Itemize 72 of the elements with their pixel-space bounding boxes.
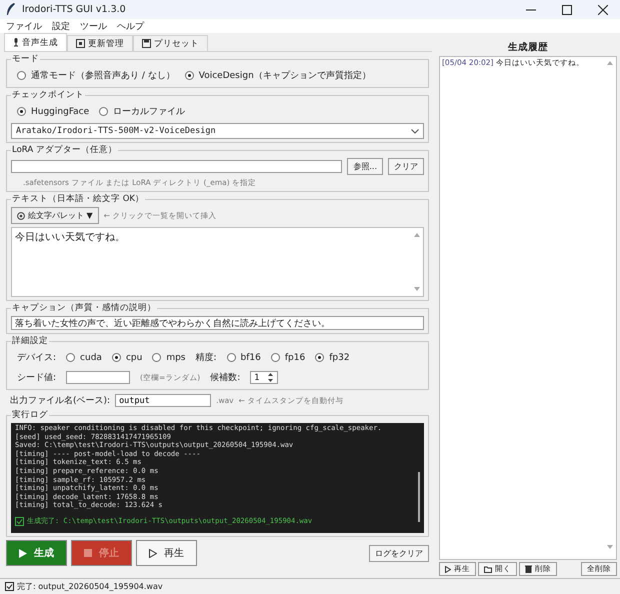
tab[interactable]: プリセット	[133, 35, 208, 51]
generate-button[interactable]: 生成	[6, 540, 67, 566]
maximize-icon[interactable]	[562, 4, 572, 14]
menu-item[interactable]: ツール	[80, 20, 107, 32]
caption-field[interactable]: 落ち着いた女性の声で、近い距離感でやわらかく自然に読み上げてください。	[11, 316, 424, 330]
clear-log-button[interactable]: ログをクリア	[369, 544, 429, 562]
play-icon	[149, 548, 157, 558]
history-title: 生成履歴	[506, 41, 549, 55]
lora-button[interactable]: 参照...	[347, 158, 383, 175]
tab[interactable]: 更新管理	[67, 35, 133, 51]
menu-item[interactable]: 設定	[52, 20, 70, 32]
output-label: 出力ファイル名(ベース):	[10, 394, 110, 407]
radio-option[interactable]: cuda	[66, 352, 102, 362]
radio-button[interactable]	[184, 71, 194, 80]
play-icon	[445, 566, 451, 572]
radio-option[interactable]: cpu	[112, 352, 142, 362]
candidates-label: 候補数:	[210, 372, 240, 384]
text-area[interactable]: 今日はいい天気ですね。	[11, 227, 424, 297]
window-title: Irodori-TTS GUI v1.3.0	[22, 4, 127, 15]
close-icon[interactable]	[598, 4, 608, 14]
radio-button[interactable]	[270, 353, 280, 362]
lora-button[interactable]: クリア	[388, 158, 424, 175]
group-title: チェックポイント	[11, 89, 85, 101]
checkbox-icon	[5, 582, 14, 591]
precision-label: 精度:	[195, 352, 217, 364]
radio-button[interactable]	[17, 71, 26, 80]
play-button[interactable]: 再生	[136, 540, 197, 566]
seed-field[interactable]	[66, 371, 130, 384]
radio-option[interactable]: mps	[152, 352, 186, 362]
radio-option[interactable]: VoiceDesign（キャプションで声質指定）	[184, 69, 371, 82]
radio-option[interactable]: fp32	[315, 352, 350, 362]
radio-button[interactable]	[152, 353, 162, 362]
stop-icon	[84, 549, 92, 557]
feather-icon	[6, 3, 16, 16]
radio-option[interactable]: ローカルファイル	[99, 105, 186, 118]
checkbox-icon	[15, 516, 24, 526]
radio-option[interactable]: HuggingFace	[17, 106, 90, 116]
group-title: モード	[11, 53, 40, 65]
model-dropdown[interactable]: Aratako/Irodori-TTS-500M-v2-VoiceDesign	[11, 123, 424, 139]
group-title: 実行ログ	[11, 409, 49, 421]
box-icon	[76, 39, 85, 48]
radio-option[interactable]: bf16	[226, 352, 261, 362]
spinner-arrows-icon	[267, 372, 274, 383]
tab[interactable]: 音声生成	[4, 33, 67, 51]
output-name-field[interactable]: output	[115, 394, 212, 407]
radio-button[interactable]	[315, 353, 324, 362]
group-title: テキスト（日本語・絵文字 OK）	[11, 193, 145, 205]
group-title: キャプション（声質・感情の説明）	[11, 302, 157, 314]
folder-icon	[484, 566, 492, 572]
emoji-palette-button[interactable]: 絵文字パレット ▼	[11, 207, 99, 224]
play-icon	[19, 548, 27, 558]
group-title: 詳細設定	[11, 335, 49, 347]
smiley-icon	[17, 212, 25, 220]
trash-icon	[525, 565, 532, 573]
seed-label: シード値:	[17, 372, 56, 384]
status-text: 完了: output_20260504_195904.wav	[17, 581, 163, 592]
radio-button[interactable]	[99, 107, 108, 116]
menu-item[interactable]: ヘルプ	[117, 20, 144, 32]
lora-path-field[interactable]	[11, 160, 342, 173]
menu-item[interactable]: ファイル	[6, 20, 42, 32]
radio-button[interactable]	[17, 107, 26, 116]
radio-option[interactable]: fp16	[270, 352, 306, 362]
microphone-icon	[13, 38, 19, 47]
chevron-down-icon	[411, 128, 419, 134]
candidates-spinbox[interactable]: 1	[250, 371, 278, 384]
scrollbar[interactable]	[418, 472, 420, 522]
radio-button[interactable]	[112, 353, 121, 362]
radio-option[interactable]: 通常モード（参照音声あり / なし）	[17, 69, 175, 82]
device-label: デバイス:	[17, 352, 56, 364]
group-title: LoRA アダプター（任意）	[11, 144, 118, 156]
radio-button[interactable]	[66, 353, 76, 362]
radio-button[interactable]	[226, 353, 236, 362]
